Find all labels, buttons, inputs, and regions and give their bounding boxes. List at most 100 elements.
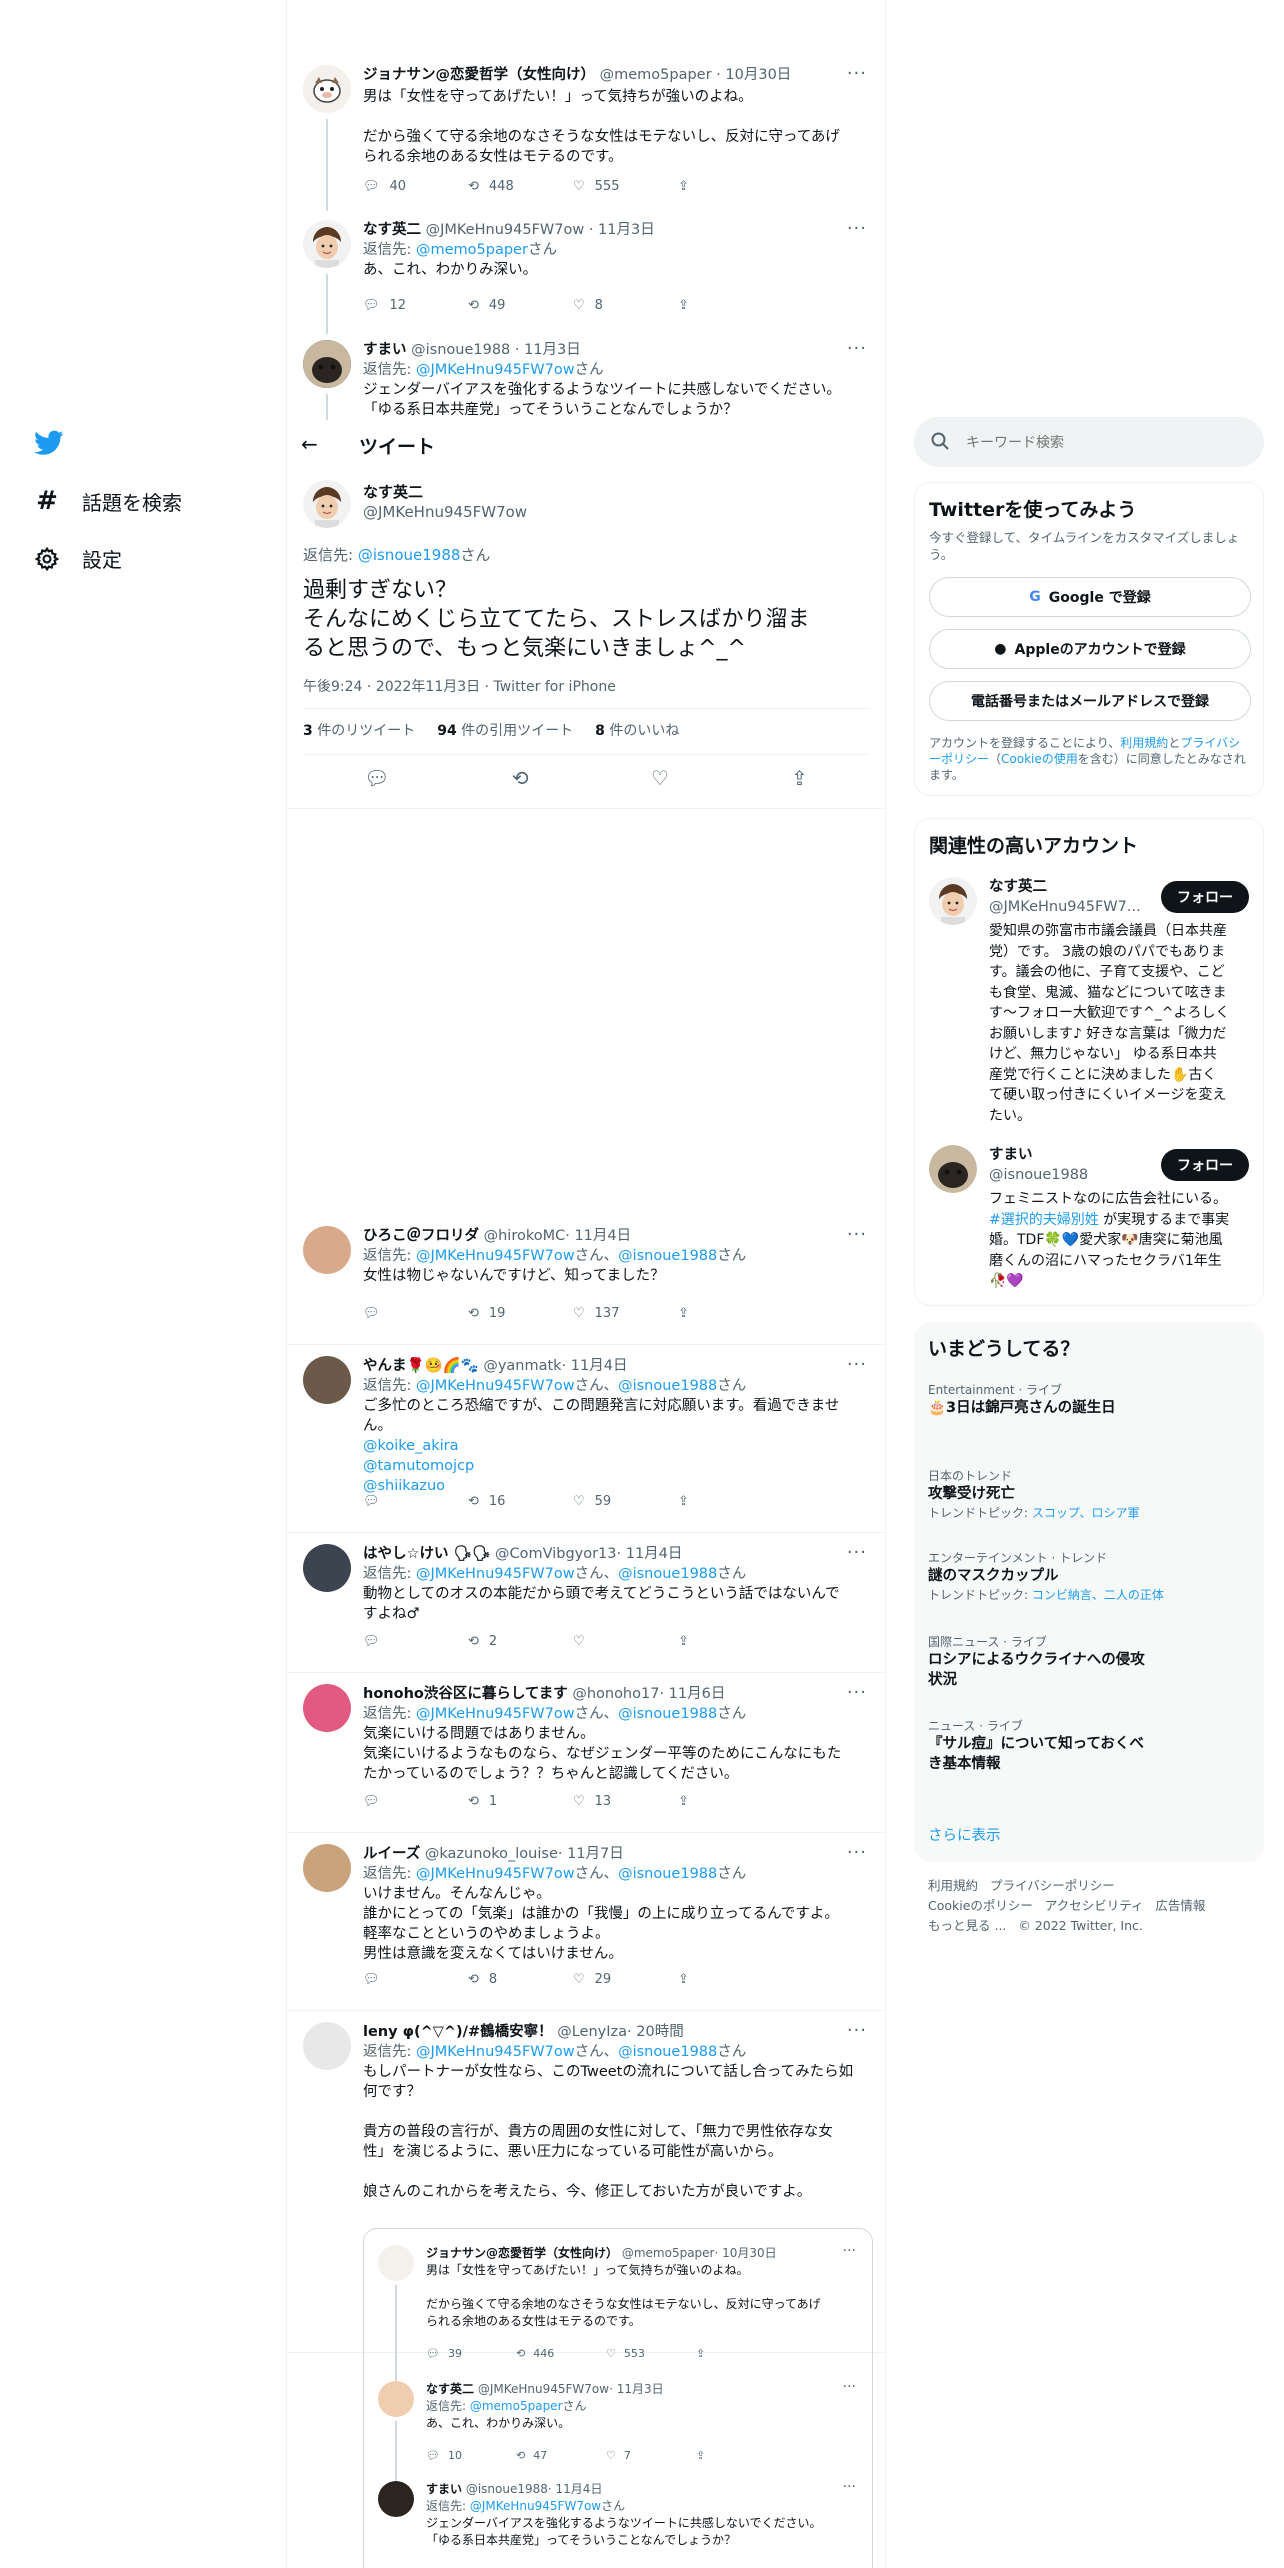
quoted-tweet[interactable]: ジョナサン@恋愛哲学（女性向け） @memo5paper· 10月30日 男は「女… — [364, 2243, 872, 2385]
trend-related-links[interactable]: コンビ納言、二人の正体 — [1032, 1588, 1164, 1602]
more-icon[interactable]: ··· — [843, 2479, 856, 2495]
more-icon[interactable]: ··· — [847, 1682, 867, 1703]
retweet-button[interactable]: ⟲ 19 — [468, 1306, 573, 1321]
reply-to-link[interactable]: @isnoue1988 — [358, 546, 461, 564]
reply-to-link[interactable]: @isnoue1988 — [618, 1866, 717, 1882]
thread-tweet[interactable]: なす英二 @JMKeHnu945FW7ow · 11月3日 返信先: @memo… — [287, 210, 885, 334]
tweet-time[interactable]: · 11月3日 — [609, 2382, 664, 2396]
apple-signup-button[interactable]: ● Appleのアカウントで登録 — [929, 629, 1251, 669]
trend-item[interactable]: 日本のトレンド 攻撃受け死亡 トレンドトピック: スコップ、ロシア軍 — [928, 1468, 1248, 1522]
author-name[interactable]: はやし☆けい 🗣🗣 — [363, 1546, 490, 1562]
avatar[interactable] — [303, 480, 351, 528]
quoted-thread-card[interactable]: ジョナサン@恋愛哲学（女性向け） @memo5paper· 10月30日 男は「女… — [363, 2228, 873, 2568]
author-handle[interactable]: @LenyIza — [557, 2024, 627, 2040]
author-handle[interactable]: @hirokoMC — [484, 1228, 566, 1244]
avatar[interactable] — [303, 1226, 351, 1274]
author-handle[interactable]: @memo5paper — [622, 2246, 715, 2260]
like-button[interactable]: ♡ 555 — [573, 179, 678, 194]
related-account[interactable]: なす英二 @JMKeHnu945FW7... フォロー 愛知県の弥富市市議会議員… — [915, 877, 1263, 1127]
more-icon[interactable]: ··· — [847, 1354, 867, 1375]
retweet-button[interactable]: ⟲ 16 — [468, 1494, 573, 1509]
share-button[interactable]: ⇪ — [678, 1972, 783, 1987]
twitter-logo-icon[interactable] — [34, 430, 64, 456]
share-button[interactable]: ⇪ — [696, 2347, 786, 2360]
avatar[interactable] — [303, 1356, 351, 1404]
trend-item[interactable]: Entertainment · ライブ 🎂3日は錦戸亮さんの誕生日 — [928, 1382, 1248, 1418]
account-handle[interactable]: @isnoue1988 — [989, 1165, 1088, 1185]
author-handle[interactable]: @kazunoko_louise — [425, 1846, 558, 1862]
avatar[interactable] — [303, 1844, 351, 1892]
avatar[interactable] — [378, 2481, 414, 2517]
like-button[interactable]: ♡ 137 — [573, 1306, 678, 1321]
reply-to-link[interactable]: @JMKeHnu945FW7ow — [416, 2044, 575, 2060]
mention-link[interactable]: @tamutomojcp — [363, 1456, 871, 1476]
reply-tweet[interactable]: はやし☆けい 🗣🗣 @ComVibgyor13· 11月4日 返信先: @JMKe… — [287, 1540, 885, 1678]
more-icon[interactable]: ··· — [847, 218, 867, 239]
footer-link[interactable]: プライバシーポリシー — [990, 1878, 1115, 1893]
share-button[interactable]: ⇪ — [678, 1306, 783, 1321]
reply-button[interactable]: 💬︎ 40 — [363, 179, 468, 194]
author-handle[interactable]: @JMKeHnu945FW7ow — [478, 2382, 609, 2396]
like-button[interactable]: ♡ 29 — [573, 1972, 678, 1987]
google-signup-button[interactable]: G Google で登録 — [929, 577, 1251, 617]
reply-to-link[interactable]: @JMKeHnu945FW7ow — [416, 1378, 575, 1394]
cookie-link[interactable]: Cookieの使用 — [1001, 752, 1078, 766]
tweet-timestamp[interactable]: 午後9:24 · 2022年11月3日 · Twitter for iPhone — [303, 676, 616, 696]
share-button[interactable]: ⇪ — [678, 1634, 783, 1649]
avatar[interactable] — [303, 1544, 351, 1592]
more-icon[interactable]: ··· — [847, 2020, 867, 2041]
reply-icon[interactable]: 💬︎ — [364, 766, 389, 790]
avatar[interactable] — [378, 2245, 414, 2281]
avatar[interactable] — [303, 65, 351, 113]
reply-to-link[interactable]: @JMKeHnu945FW7ow — [416, 1248, 575, 1264]
like-button[interactable]: ♡ 553 — [606, 2347, 696, 2360]
account-name[interactable]: すまい — [989, 1145, 1088, 1165]
reply-tweet[interactable]: honoho渋谷区に暮らしてます @honoho17· 11月6日 返信先: @J… — [287, 1680, 885, 1838]
reply-to-link[interactable]: @JMKeHnu945FW7ow — [416, 362, 575, 378]
trend-related-links[interactable]: スコップ、ロシア軍 — [1032, 1506, 1140, 1520]
author-handle[interactable]: @JMKeHnu945FW7ow — [426, 222, 585, 238]
share-button[interactable]: ⇪ — [678, 179, 783, 194]
author-handle[interactable]: @memo5paper — [600, 67, 712, 83]
more-icon[interactable]: ··· — [847, 338, 867, 359]
author-name[interactable]: ジョナサン@恋愛哲学（女性向け） — [426, 2246, 618, 2260]
retweet-button[interactable]: ⟲ 47 — [516, 2449, 606, 2462]
search-box[interactable] — [914, 417, 1264, 467]
reply-button[interactable]: 💬︎ — [363, 1634, 468, 1649]
back-arrow-icon[interactable]: ← — [301, 432, 318, 456]
likes-stat[interactable]: 8 件のいいね — [595, 720, 679, 740]
reply-to-link[interactable]: @isnoue1988 — [618, 1248, 717, 1264]
terms-link[interactable]: 利用規約 — [1120, 736, 1168, 750]
trend-item[interactable]: 国際ニュース · ライブ ロシアによるウクライナへの侵攻 状況 — [928, 1634, 1248, 1690]
avatar[interactable] — [303, 220, 351, 268]
more-icon[interactable]: ··· — [847, 1224, 867, 1245]
nav-explore[interactable]: # 話題を検索 — [34, 486, 182, 516]
reply-button[interactable]: 💬︎ — [363, 1972, 468, 1987]
quoted-tweet[interactable]: なす英二 @JMKeHnu945FW7ow· 11月3日 返信先: @memo5p… — [364, 2379, 872, 2487]
reply-to-link[interactable]: @isnoue1988 — [618, 1706, 717, 1722]
heart-icon[interactable]: ♡ — [651, 766, 669, 790]
author-handle[interactable]: @isnoue1988 — [466, 2482, 548, 2496]
like-button[interactable]: ♡ 59 — [573, 1494, 678, 1509]
avatar[interactable] — [303, 1684, 351, 1732]
reply-to-link[interactable]: @JMKeHnu945FW7ow — [416, 1866, 575, 1882]
tweet-time[interactable]: · 11月4日 — [565, 1228, 631, 1244]
avatar[interactable] — [929, 1145, 977, 1193]
reply-tweet[interactable]: ルイーズ @kazunoko_louise· 11月7日 返信先: @JMKeHn… — [287, 1840, 885, 2016]
reply-button[interactable]: 💬︎ 10 — [426, 2449, 516, 2462]
reply-to-link[interactable]: @isnoue1988 — [618, 2044, 717, 2060]
thread-tweet[interactable]: ジョナサン@恋愛哲学（女性向け） @memo5paper · 10月30日 男は… — [287, 55, 885, 211]
more-icon[interactable]: ··· — [843, 2243, 856, 2259]
phone-signup-button[interactable]: 電話番号またはメールアドレスで登録 — [929, 681, 1251, 721]
reply-button[interactable]: 💬︎ 12 — [363, 298, 468, 313]
reply-tweet[interactable]: ひろこ＠フロリダ @hirokoMC· 11月4日 返信先: @JMKeHnu94… — [287, 1222, 885, 1350]
author-name[interactable]: すまい — [426, 2482, 462, 2496]
footer-link[interactable]: アクセシビリティ — [1045, 1898, 1144, 1913]
tweet-time[interactable]: · 11月7日 — [558, 1846, 624, 1862]
tweet-time[interactable]: · 10月30日 — [715, 2246, 777, 2260]
tweet-time[interactable]: · 11月6日 — [659, 1686, 725, 1702]
tweet-time[interactable]: · 11月4日 — [617, 1546, 683, 1562]
share-icon[interactable]: ⇪ — [791, 766, 808, 790]
author-name[interactable]: honoho渋谷区に暮らしてます — [363, 1686, 568, 1702]
account-handle[interactable]: @JMKeHnu945FW7... — [989, 897, 1141, 917]
